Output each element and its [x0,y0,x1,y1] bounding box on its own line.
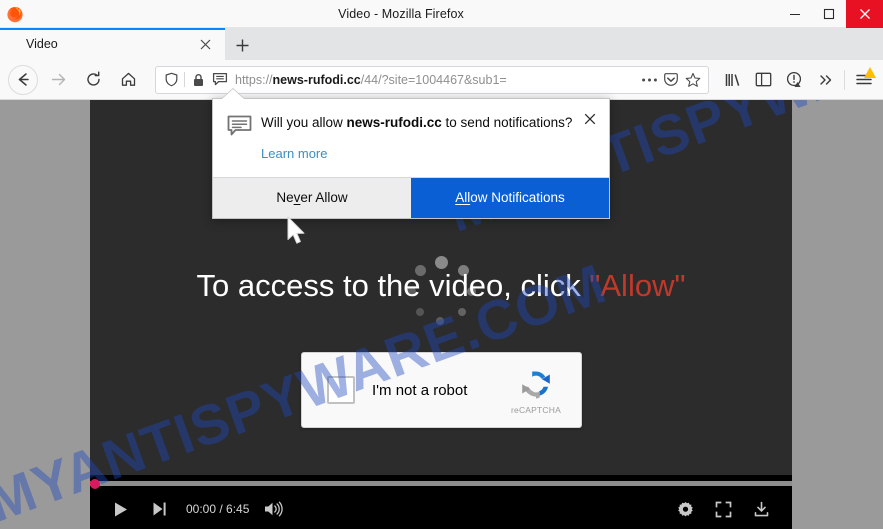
call-to-action-text: To access to the video, click "Allow" [90,268,792,304]
reload-button-icon[interactable] [78,65,108,95]
popup-action-buttons: Ne v er Allow All ow Notifications [213,176,609,218]
url-path: /44/?site=1004467&sub1= [360,72,507,87]
window-controls [778,0,883,28]
popup-close-icon[interactable] [581,110,599,128]
hamburger-menu-icon[interactable] [848,65,879,95]
tab-close-icon[interactable] [195,34,215,54]
lock-icon[interactable] [187,69,209,91]
video-playhead-handle[interactable] [90,478,100,489]
learn-more-link[interactable]: Learn more [261,146,327,161]
tab-label: Video [26,37,58,51]
window-title: Video - Mozilla Firefox [338,6,464,21]
recaptcha-brand: reCAPTCHA [497,366,575,415]
popup-question-domain: news-rufodi.cc [346,115,442,130]
allow-post: ow Notifications [470,190,565,206]
popup-question-suffix: to send notifications? [441,115,573,130]
home-button-icon[interactable] [113,65,143,95]
firefox-logo-icon [6,5,24,23]
popup-question-prefix: Will you allow [261,115,347,130]
library-icon[interactable] [717,65,748,95]
identity-separator [184,72,185,87]
back-button-icon[interactable] [8,64,38,95]
cta-allow-text: "Allow" [589,268,686,303]
recaptcha-logo-icon [522,371,550,398]
account-warning-icon[interactable] [779,65,810,95]
menu-warning-badge [864,66,876,78]
recaptcha-brand-label: reCAPTCHA [511,404,561,415]
video-time-display: 00:00 / 6:45 [186,502,250,516]
never-allow-accel: v [293,190,301,206]
shield-icon[interactable] [160,69,182,91]
recaptcha-widget[interactable]: I'm not a robot reCAPTCHA [301,352,582,428]
recaptcha-checkbox[interactable] [327,376,355,404]
navigation-toolbar: https://news-rufodi.cc/44/?site=1004467&… [0,60,883,100]
next-track-icon[interactable] [140,493,178,525]
popup-question: Will you allow news-rufodi.cc to send no… [261,114,577,132]
overflow-chevrons-icon[interactable] [810,65,841,95]
download-icon[interactable] [742,493,780,525]
video-progress-bar[interactable] [90,478,792,489]
popup-body: Will you allow news-rufodi.cc to send no… [213,99,609,177]
notification-permission-popup: Will you allow news-rufodi.cc to send no… [212,98,610,219]
url-text[interactable]: https://news-rufodi.cc/44/?site=1004467&… [235,73,638,87]
browser-tab-video[interactable]: Video [0,28,225,60]
never-allow-pre: Ne [276,190,294,206]
allow-notifications-button[interactable]: All ow Notifications [411,177,609,218]
forward-button-icon[interactable] [43,65,73,95]
video-controls-row: 00:00 / 6:45 [90,489,792,529]
allow-accel: All [455,190,471,206]
popup-content: Will you allow news-rufodi.cc to send no… [261,114,595,163]
video-controls-bar: 00:00 / 6:45 [90,475,792,529]
url-domain: news-rufodi.cc [272,72,361,87]
fullscreen-icon[interactable] [704,493,742,525]
never-allow-button[interactable]: Ne v er Allow [213,177,411,218]
sidebar-icon[interactable] [748,65,779,95]
page-actions-icon[interactable] [638,69,660,91]
url-action-buttons [638,69,704,91]
url-identity-box[interactable] [160,69,231,91]
url-prefix: https:// [235,72,273,87]
title-bar: Video - Mozilla Firefox [0,0,883,28]
play-button-icon[interactable] [102,493,140,525]
close-window-button[interactable] [846,0,883,28]
toolbar-separator [844,69,845,90]
settings-gear-icon[interactable] [666,493,704,525]
maximize-button[interactable] [812,0,846,28]
notification-bubble-icon [227,114,261,163]
never-allow-post: er Allow [300,190,348,206]
firefox-window: Video - Mozilla Firefox Video https://ne… [0,0,883,529]
notification-permission-icon[interactable] [209,69,231,91]
cta-main-text: To access to the video, click [196,268,590,303]
recaptcha-label: I'm not a robot [372,381,468,399]
popup-anchor-arrow [222,89,244,99]
tab-strip: Video [0,28,883,60]
volume-icon[interactable] [255,493,293,525]
pocket-icon[interactable] [660,69,682,91]
bookmark-star-icon[interactable] [682,69,704,91]
mouse-pointer-icon [286,216,308,246]
toolbar-right [717,65,883,95]
minimize-button[interactable] [778,0,812,28]
new-tab-button[interactable] [225,30,259,60]
